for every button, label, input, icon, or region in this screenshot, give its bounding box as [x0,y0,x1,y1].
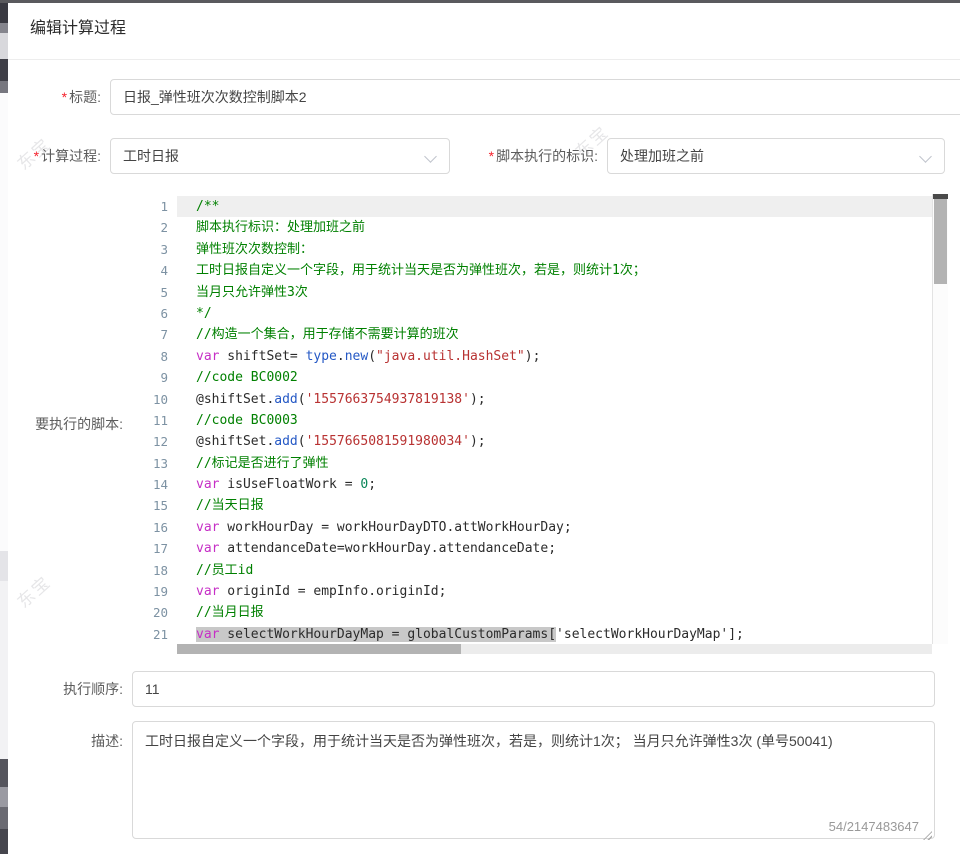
line-number: 4 [132,260,177,281]
code-line[interactable]: 2脚本执行标识：处理加班之前 [132,217,932,238]
order-input[interactable] [132,671,935,707]
line-number: 18 [132,560,177,581]
code-line[interactable]: 13//标记是否进行了弹性 [132,453,932,474]
code-line[interactable]: 5当月只允许弹性3次 [132,282,932,303]
process-select[interactable]: 工时日报 [110,138,450,174]
chevron-down-icon [424,150,437,163]
edit-calculation-dialog: 东宝 东宝 东宝 东宝 编辑计算过程 *标题: *模块: 工时日报 ··· *计… [0,0,960,854]
editor-horizontal-scrollbar[interactable] [177,644,932,654]
required-mark: * [62,89,67,105]
line-number: 2 [132,217,177,238]
editor-vertical-scrollbar[interactable] [932,194,948,644]
code-line[interactable]: 6*/ [132,303,932,324]
exec-flag-select[interactable]: 处理加班之前 [607,138,945,174]
code-line[interactable]: 7//构造一个集合，用于存储不需要计算的班次 [132,324,932,345]
code-line[interactable]: 12@shiftSet.add('1557665081591980034'); [132,431,932,452]
line-number: 7 [132,324,177,345]
line-number: 9 [132,367,177,388]
description-textarea[interactable]: 工时日报自定义一个字段，用于统计当天是否为弹性班次，若是，则统计1次； 当月只允… [132,721,935,839]
line-number: 13 [132,453,177,474]
process-label: *计算过程: [8,146,110,166]
line-number: 15 [132,495,177,516]
code-line[interactable]: 18//员工id [132,560,932,581]
background-page-sliver [0,3,8,854]
code-line[interactable]: 16var workHourDay = workHourDayDTO.attWo… [132,517,932,538]
line-number: 20 [132,602,177,623]
form-row-script: 要执行的脚本: 1/**2脚本执行标识：处理加班之前3弹性班次次数控制：4工时日… [8,194,948,654]
vertical-scrollbar-thumb[interactable] [934,199,947,284]
line-number: 19 [132,581,177,602]
line-number: 12 [132,431,177,452]
code-editor[interactable]: 1/**2脚本执行标识：处理加班之前3弹性班次次数控制：4工时日报自定义一个字段… [132,194,948,654]
line-number: 16 [132,517,177,538]
code-line[interactable]: 4工时日报自定义一个字段，用于统计当天是否为弹性班次，若是，则统计1次； [132,260,932,281]
required-mark: * [34,148,39,164]
chevron-down-icon [919,150,932,163]
code-line[interactable]: 9//code BC0002 [132,367,932,388]
title-label: *标题: [8,87,110,107]
line-number: 5 [132,282,177,303]
process-value: 工时日报 [123,146,179,166]
script-label: 要执行的脚本: [8,414,132,434]
order-label: 执行顺序: [8,679,132,699]
form-row-title-module: *标题: *模块: 工时日报 ··· [8,79,945,115]
line-number: 11 [132,410,177,431]
line-number: 10 [132,389,177,410]
line-number: 1 [132,196,177,217]
code-line[interactable]: 20//当月日报 [132,602,932,623]
form-row-order: 执行顺序: [8,671,935,707]
code-line[interactable]: 17var attendanceDate=workHourDay.attenda… [132,538,932,559]
code-line[interactable]: 1/** [132,196,932,217]
code-line[interactable]: 14var isUseFloatWork = 0; [132,474,932,495]
code-line[interactable]: 10@shiftSet.add('1557663754937819138'); [132,389,932,410]
required-mark: * [489,148,494,164]
exec-flag-label: *脚本执行的标识: [450,146,607,166]
code-line[interactable]: 15//当天日报 [132,495,932,516]
form-row-description: 描述: 工时日报自定义一个字段，用于统计当天是否为弹性班次，若是，则统计1次； … [8,721,935,844]
line-number: 3 [132,239,177,260]
exec-flag-value: 处理加班之前 [620,146,704,166]
window-top-edge [0,0,960,3]
code-line[interactable]: 21var selectWorkHourDayMap = globalCusto… [132,624,932,644]
char-counter: 54/2147483647 [829,819,919,834]
line-number: 21 [132,624,177,644]
description-label: 描述: [8,721,132,751]
line-number: 6 [132,303,177,324]
title-input[interactable] [110,79,960,115]
form-row-process-flag: *计算过程: 工时日报 *脚本执行的标识: 处理加班之前 [8,138,945,174]
code-line[interactable]: 8var shiftSet= type.new("java.util.HashS… [132,346,932,367]
code-line[interactable]: 19var originId = empInfo.originId; [132,581,932,602]
dialog-header: 编辑计算过程 [0,0,960,60]
code-line[interactable]: 11//code BC0003 [132,410,932,431]
code-line[interactable]: 3弹性班次次数控制： [132,239,932,260]
dialog-title: 编辑计算过程 [30,20,126,37]
line-number: 8 [132,346,177,367]
line-number: 17 [132,538,177,559]
horizontal-scrollbar-thumb[interactable] [177,644,461,654]
line-number: 14 [132,474,177,495]
